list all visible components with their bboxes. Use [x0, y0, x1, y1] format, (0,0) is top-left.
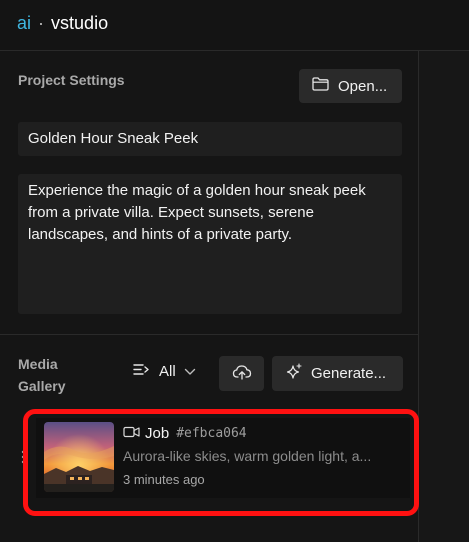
media-item-job-id: #efbca064 [176, 426, 247, 441]
project-settings-heading: Project Settings [18, 72, 125, 88]
media-thumbnail[interactable] [44, 422, 114, 492]
right-sidebar-strip [418, 51, 469, 542]
generate-button[interactable]: Generate... [272, 356, 403, 391]
logo-separator: · [38, 13, 45, 33]
filter-list-icon [133, 363, 150, 380]
section-divider [0, 334, 418, 335]
project-name-input[interactable]: Golden Hour Sneak Peek [18, 122, 402, 156]
generate-button-label: Generate... [311, 365, 387, 382]
sparkles-icon [285, 362, 303, 385]
chevron-down-icon [184, 363, 196, 380]
project-description-textarea[interactable]: Experience the magic of a golden hour sn… [18, 174, 402, 314]
drag-handle-icon[interactable] [20, 448, 26, 470]
media-gallery-heading: Media Gallery [18, 356, 66, 394]
media-item-description: Aurora-like skies, warm golden light, a.… [123, 448, 372, 464]
logo-ai-text: ai [17, 13, 32, 33]
cloud-upload-icon [232, 364, 252, 384]
app-logo: ai · vstudio [17, 13, 108, 34]
media-item-type: Job [145, 425, 170, 442]
media-item-timestamp: 3 minutes ago [123, 472, 205, 487]
top-bar: ai · vstudio [0, 0, 469, 51]
logo-name: vstudio [51, 13, 109, 33]
filter-dropdown[interactable]: All [133, 363, 196, 380]
video-camera-icon [123, 425, 140, 442]
upload-button[interactable] [219, 356, 264, 391]
open-button-label: Open... [338, 77, 388, 95]
media-item-header: Job #efbca064 [123, 425, 247, 442]
folder-icon [312, 77, 329, 95]
open-button[interactable]: Open... [299, 69, 402, 103]
filter-value: All [159, 363, 176, 380]
